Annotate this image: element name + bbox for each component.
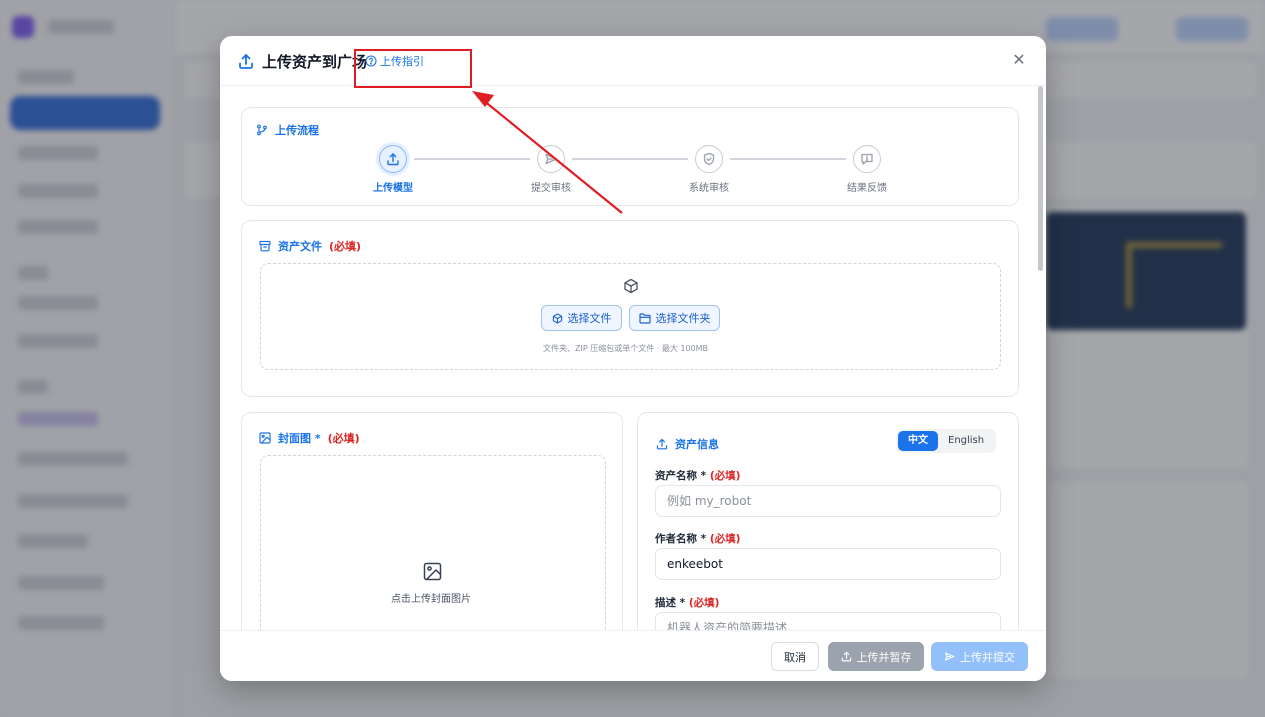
asset-file-title: 资产文件 (必填) xyxy=(259,238,361,254)
image-icon xyxy=(423,562,442,581)
archive-icon xyxy=(259,240,271,252)
asset-info-card: 资产信息 中文 English 资产名称 * (必填) 例如 my_robot … xyxy=(637,412,1019,630)
upload-asset-modal: 上传资产到广场 上传指引 ✕ 上传流程 上传模型 提交审核 系统审核 结果反馈 … xyxy=(220,36,1046,681)
asset-name-input[interactable]: 例如 my_robot xyxy=(655,485,1001,517)
git-branch-icon xyxy=(257,124,267,136)
select-file-button[interactable]: 选择文件 xyxy=(541,305,622,331)
image-icon xyxy=(259,432,271,444)
cover-image-title: 封面图 * (必填) xyxy=(259,430,360,446)
annotation-highlight-box xyxy=(354,49,472,88)
upload-icon xyxy=(841,651,851,662)
upload-and-save-draft-button[interactable]: 上传并暂存 xyxy=(828,642,924,671)
package-icon xyxy=(552,312,562,324)
language-toggle: 中文 English xyxy=(896,429,997,453)
modal-title: 上传资产到广场 xyxy=(262,53,368,71)
select-folder-button[interactable]: 选择文件夹 xyxy=(629,305,720,331)
upload-icon xyxy=(239,54,253,69)
asset-info-title: 资产信息 xyxy=(656,436,719,452)
modal-header: 上传资产到广场 上传指引 ✕ xyxy=(220,36,1046,86)
author-name-input[interactable]: enkeebot xyxy=(655,548,1001,580)
step-system-review: 系统审核 xyxy=(669,145,749,194)
message-icon xyxy=(861,153,873,165)
close-icon[interactable]: ✕ xyxy=(1010,51,1028,69)
cancel-button[interactable]: 取消 xyxy=(771,642,819,671)
send-icon xyxy=(545,153,558,165)
cover-image-card: 封面图 * (必填) 点击上传封面图片 xyxy=(241,412,623,630)
step-result-feedback: 结果反馈 xyxy=(827,145,907,194)
lang-option-zh[interactable]: 中文 xyxy=(898,431,938,451)
upload-icon xyxy=(387,153,399,166)
cover-upload-text: 点击上传封面图片 xyxy=(391,594,471,605)
modal-body: 上传流程 上传模型 提交审核 系统审核 结果反馈 资产文件 (必填) 选择文件 … xyxy=(220,87,1046,630)
upload-process-title: 上传流程 xyxy=(256,122,319,138)
upload-icon xyxy=(656,438,668,450)
modal-footer: 取消 上传并暂存 上传并提交 xyxy=(220,630,1046,681)
step-submit-review: 提交审核 xyxy=(511,145,591,194)
package-icon xyxy=(624,278,638,294)
asset-file-card: 资产文件 (必填) 选择文件 选择文件夹 文件夹、ZIP 压缩包或单个文件 · … xyxy=(241,220,1019,397)
folder-icon xyxy=(638,312,651,324)
description-input[interactable]: 机器人资产的简要描述 xyxy=(655,612,1001,630)
asset-file-hint: 文件夹、ZIP 压缩包或单个文件 · 最大 100MB xyxy=(543,344,709,353)
upload-and-submit-button[interactable]: 上传并提交 xyxy=(931,642,1028,671)
upload-process-card: 上传流程 上传模型 提交审核 系统审核 结果反馈 xyxy=(241,107,1019,206)
asset-file-dropzone[interactable]: 选择文件 选择文件夹 文件夹、ZIP 压缩包或单个文件 · 最大 100MB xyxy=(260,263,1001,370)
description-label: 描述 * (必填) xyxy=(655,597,720,609)
send-icon xyxy=(945,652,955,661)
author-name-label: 作者名称 * (必填) xyxy=(655,533,741,545)
shield-check-icon xyxy=(703,152,715,166)
step-upload-model: 上传模型 xyxy=(353,145,433,194)
asset-name-label: 资产名称 * (必填) xyxy=(655,470,741,482)
modal-scrollbar[interactable] xyxy=(1038,86,1043,271)
lang-option-en[interactable]: English xyxy=(938,431,994,451)
cover-image-dropzone[interactable]: 点击上传封面图片 xyxy=(260,455,606,630)
